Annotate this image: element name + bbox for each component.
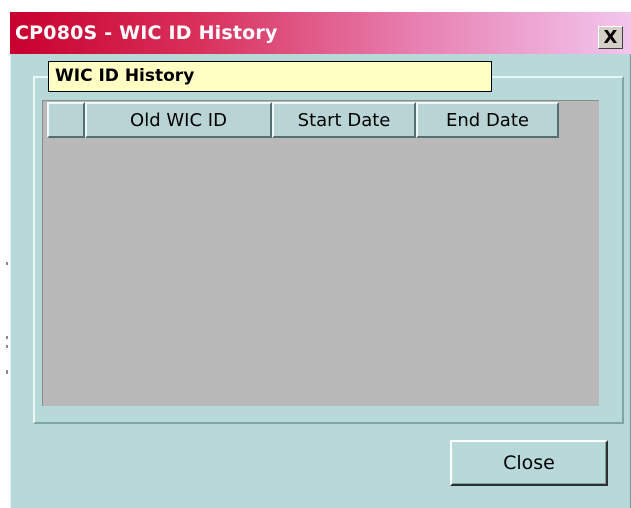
window-title: CP080S - WIC ID History <box>15 22 278 44</box>
column-header-old-wic-id[interactable]: Old WIC ID <box>85 102 272 138</box>
desktop-artifact <box>6 345 8 348</box>
column-header-start-date[interactable]: Start Date <box>272 102 416 138</box>
close-icon[interactable]: X <box>598 26 623 49</box>
column-header-end-date[interactable]: End Date <box>416 102 559 138</box>
desktop-artifact <box>6 262 8 265</box>
dialog-window: CP080S - WIC ID History X WIC ID History… <box>10 12 631 508</box>
desktop-artifact <box>6 370 8 374</box>
grid-header: Old WIC ID Start Date End Date <box>47 102 559 138</box>
title-bar[interactable]: CP080S - WIC ID History X <box>10 12 631 54</box>
row-selector-header[interactable] <box>47 102 85 138</box>
history-grid[interactable]: Old WIC ID Start Date End Date <box>42 100 599 406</box>
group-label: WIC ID History <box>48 61 492 92</box>
close-button[interactable]: Close <box>450 440 608 486</box>
desktop-artifact <box>6 336 8 339</box>
